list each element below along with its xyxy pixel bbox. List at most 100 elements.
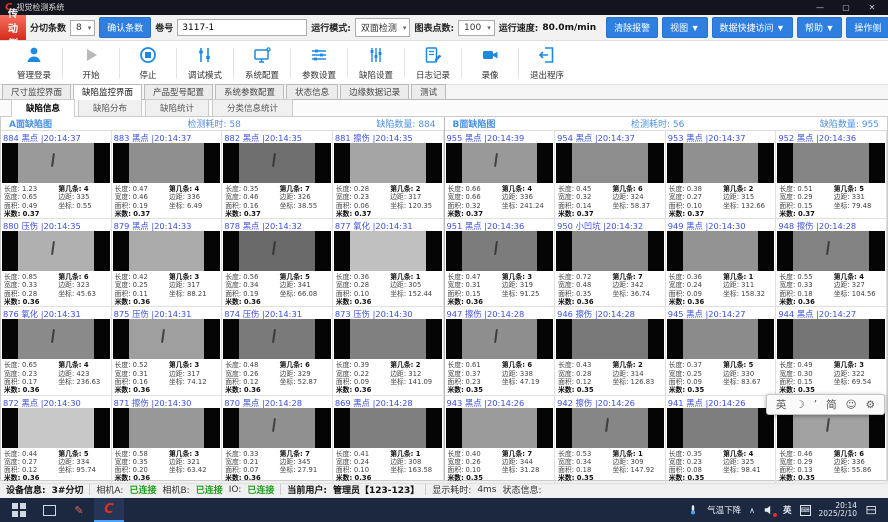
taskbar-app-paint[interactable]: ✎ bbox=[64, 498, 94, 522]
tool-button-sliders-h[interactable]: 参数设置 bbox=[291, 45, 347, 81]
confirm-count-button[interactable]: 确认条数 bbox=[99, 17, 151, 38]
defect-cell-871[interactable]: 871 擦伤 |20:14:30长度: 0.58宽度: 0.35面积: 0.20… bbox=[112, 396, 223, 484]
tab-测试[interactable]: 测试 bbox=[411, 84, 446, 99]
defect-cell-944[interactable]: 944 黑点 |20:14:27长度: 0.49宽度: 0.30面积: 0.15… bbox=[776, 307, 887, 395]
ime-settings-gear-icon[interactable]: ⚙ bbox=[866, 399, 875, 411]
defect-cell-877[interactable]: 877 氧化 |20:14:31长度: 0.36宽度: 0.28面积: 0.10… bbox=[333, 219, 444, 307]
defect-cell-876[interactable]: 876 氧化 |20:14:31长度: 0.65宽度: 0.23面积: 0.17… bbox=[1, 307, 112, 395]
defect-cell-953[interactable]: 953 黑点 |20:14:37长度: 0.38宽度: 0.27面积: 0.10… bbox=[666, 131, 777, 219]
defect-thumbnail[interactable] bbox=[446, 408, 554, 448]
subtab-缺陷分布[interactable]: 缺陷分布 bbox=[78, 99, 142, 116]
tab-系统参数配置[interactable]: 系统参数配置 bbox=[215, 84, 284, 99]
start-button[interactable] bbox=[4, 498, 34, 522]
defect-thumbnail[interactable] bbox=[2, 143, 110, 183]
defect-cell-954[interactable]: 954 黑点 |20:14:37长度: 0.45宽度: 0.32面积: 0.14… bbox=[555, 131, 666, 219]
defect-thumbnail[interactable] bbox=[777, 231, 885, 271]
tool-button-stop[interactable]: 停止 bbox=[120, 45, 176, 81]
defect-thumbnail[interactable] bbox=[667, 231, 775, 271]
defect-cell-943[interactable]: 943 黑点 |20:14:26长度: 0.40宽度: 0.26面积: 0.10… bbox=[445, 396, 556, 484]
defect-thumbnail[interactable] bbox=[223, 231, 331, 271]
ime-moon-icon[interactable]: ☽ bbox=[795, 399, 804, 411]
tab-产品型号配置[interactable]: 产品型号配置 bbox=[144, 84, 213, 99]
minimize-button[interactable]: — bbox=[809, 3, 831, 12]
tool-button-sliders-v[interactable]: 缺陷设置 bbox=[348, 45, 404, 81]
defect-thumbnail[interactable] bbox=[667, 408, 775, 448]
defect-thumbnail[interactable] bbox=[334, 143, 442, 183]
subtab-缺陷统计[interactable]: 缺陷统计 bbox=[145, 99, 209, 116]
tool-button-exit[interactable]: 退出程序 bbox=[519, 45, 575, 81]
defect-cell-947[interactable]: 947 擦伤 |20:14:28长度: 0.61宽度: 0.37面积: 0.23… bbox=[445, 307, 556, 395]
defect-cell-882[interactable]: 882 黑点 |20:14:35长度: 0.35宽度: 0.46面积: 0.16… bbox=[222, 131, 333, 219]
defect-cell-946[interactable]: 946 擦伤 |20:14:28长度: 0.43宽度: 0.28面积: 0.12… bbox=[555, 307, 666, 395]
weather-text[interactable]: 气温下降 bbox=[707, 504, 741, 516]
view-menu-button[interactable]: 视图 ▼ bbox=[662, 17, 707, 38]
defect-thumbnail[interactable] bbox=[334, 408, 442, 448]
ime-emoji-icon[interactable]: ☺ bbox=[846, 399, 857, 411]
defect-cell-875[interactable]: 875 压伤 |20:14:31长度: 0.52宽度: 0.31面积: 0.16… bbox=[112, 307, 223, 395]
tool-button-monitor[interactable]: 系统配置 bbox=[234, 45, 290, 81]
run-mode-select[interactable]: 双面检测▾ bbox=[355, 18, 411, 37]
clear-alarm-button[interactable]: 清除报警 bbox=[606, 17, 658, 38]
defect-cell-880[interactable]: 880 压伤 |20:14:35长度: 0.85宽度: 0.33面积: 0.28… bbox=[1, 219, 112, 307]
subtab-缺陷信息[interactable]: 缺陷信息 bbox=[11, 99, 75, 117]
defect-thumbnail[interactable] bbox=[667, 319, 775, 359]
subtab-分类信息统计[interactable]: 分类信息统计 bbox=[212, 99, 293, 116]
tab-状态信息[interactable]: 状态信息 bbox=[286, 84, 338, 99]
ime-punct-toggle[interactable]: ’ bbox=[814, 399, 817, 411]
defect-cell-951[interactable]: 951 黑点 |20:14:36长度: 0.47宽度: 0.31面积: 0.15… bbox=[445, 219, 556, 307]
defect-cell-945[interactable]: 945 黑点 |20:14:27长度: 0.37宽度: 0.25面积: 0.09… bbox=[666, 307, 777, 395]
defect-thumbnail[interactable] bbox=[667, 143, 775, 183]
tool-button-log[interactable]: 日志记录 bbox=[405, 45, 461, 81]
defect-thumbnail[interactable] bbox=[113, 408, 221, 448]
tab-边缘数据记录[interactable]: 边缘数据记录 bbox=[340, 84, 409, 99]
defect-thumbnail[interactable] bbox=[446, 319, 554, 359]
defect-thumbnail[interactable] bbox=[334, 231, 442, 271]
defect-thumbnail[interactable] bbox=[556, 408, 664, 448]
taskbar-app-inspection[interactable]: C bbox=[94, 498, 124, 522]
keyboard-icon[interactable]: ⌨ bbox=[800, 505, 811, 516]
defect-cell-884[interactable]: 884 黑点 |20:14:37长度: 1.23宽度: 0.65面积: 0.49… bbox=[1, 131, 112, 219]
chart-points-select[interactable]: 100▾ bbox=[458, 20, 495, 36]
defect-thumbnail[interactable] bbox=[2, 319, 110, 359]
ime-lang-toggle[interactable]: 英 bbox=[776, 397, 787, 412]
defect-cell-872[interactable]: 872 黑点 |20:14:30长度: 0.44宽度: 0.27面积: 0.12… bbox=[1, 396, 112, 484]
defect-cell-873[interactable]: 873 压伤 |20:14:30长度: 0.39宽度: 0.22面积: 0.09… bbox=[333, 307, 444, 395]
tool-button-play[interactable]: 开始 bbox=[63, 45, 119, 81]
help-menu-button[interactable]: 帮助 ▼ bbox=[797, 17, 842, 38]
defect-cell-869[interactable]: 869 黑点 |20:14:28长度: 0.41宽度: 0.24面积: 0.10… bbox=[333, 396, 444, 484]
tool-button-user[interactable]: 管理登录 bbox=[6, 45, 62, 81]
action-center-icon[interactable] bbox=[865, 504, 878, 517]
defect-cell-874[interactable]: 874 压伤 |20:14:31长度: 0.48宽度: 0.26面积: 0.12… bbox=[222, 307, 333, 395]
defect-thumbnail[interactable] bbox=[113, 319, 221, 359]
defect-cell-948[interactable]: 948 擦伤 |20:14:28长度: 0.55宽度: 0.33面积: 0.18… bbox=[776, 219, 887, 307]
tool-button-tune[interactable]: 调试模式 bbox=[177, 45, 233, 81]
tray-expand-chevron[interactable]: ∧ bbox=[749, 506, 755, 515]
defect-cell-870[interactable]: 870 黑点 |20:14:28长度: 0.33宽度: 0.21面积: 0.07… bbox=[222, 396, 333, 484]
ime-language-indicator[interactable]: 英 bbox=[783, 504, 792, 516]
defect-thumbnail[interactable] bbox=[2, 408, 110, 448]
defect-thumbnail[interactable] bbox=[446, 143, 554, 183]
defect-thumbnail[interactable] bbox=[2, 231, 110, 271]
defect-cell-955[interactable]: 955 黑点 |20:14:39长度: 0.66宽度: 0.66面积: 0.32… bbox=[445, 131, 556, 219]
roll-number-input[interactable] bbox=[177, 19, 307, 36]
defect-thumbnail[interactable] bbox=[556, 143, 664, 183]
defect-thumbnail[interactable] bbox=[556, 231, 664, 271]
tab-尺寸监控界面[interactable]: 尺寸监控界面 bbox=[2, 84, 71, 99]
defect-thumbnail[interactable] bbox=[223, 143, 331, 183]
maximize-button[interactable]: ▢ bbox=[835, 3, 857, 12]
defect-thumbnail[interactable] bbox=[223, 408, 331, 448]
defect-cell-950[interactable]: 950 小凹坑 |20:14:32长度: 0.72宽度: 0.48面积: 0.3… bbox=[555, 219, 666, 307]
defect-cell-942[interactable]: 942 擦伤 |20:14:26长度: 0.53宽度: 0.34面积: 0.18… bbox=[555, 396, 666, 484]
defect-cell-881[interactable]: 881 擦伤 |20:14:35长度: 0.28宽度: 0.23面积: 0.06… bbox=[333, 131, 444, 219]
defect-cell-952[interactable]: 952 黑点 |20:14:36长度: 0.51宽度: 0.29面积: 0.15… bbox=[776, 131, 887, 219]
defect-thumbnail[interactable] bbox=[777, 319, 885, 359]
taskbar-clock[interactable]: 20:14 2025/2/10 bbox=[819, 502, 857, 519]
volume-button[interactable] bbox=[763, 504, 775, 516]
tool-button-camera[interactable]: 录像 bbox=[462, 45, 518, 81]
defect-thumbnail[interactable] bbox=[446, 231, 554, 271]
defect-cell-878[interactable]: 878 黑点 |20:14:32长度: 0.56宽度: 0.34面积: 0.19… bbox=[222, 219, 333, 307]
defect-thumbnail[interactable] bbox=[113, 231, 221, 271]
defect-thumbnail[interactable] bbox=[556, 319, 664, 359]
operator-side-button[interactable]: 操作侧 bbox=[846, 17, 888, 38]
defect-cell-949[interactable]: 949 黑点 |20:14:30长度: 0.36宽度: 0.24面积: 0.09… bbox=[666, 219, 777, 307]
